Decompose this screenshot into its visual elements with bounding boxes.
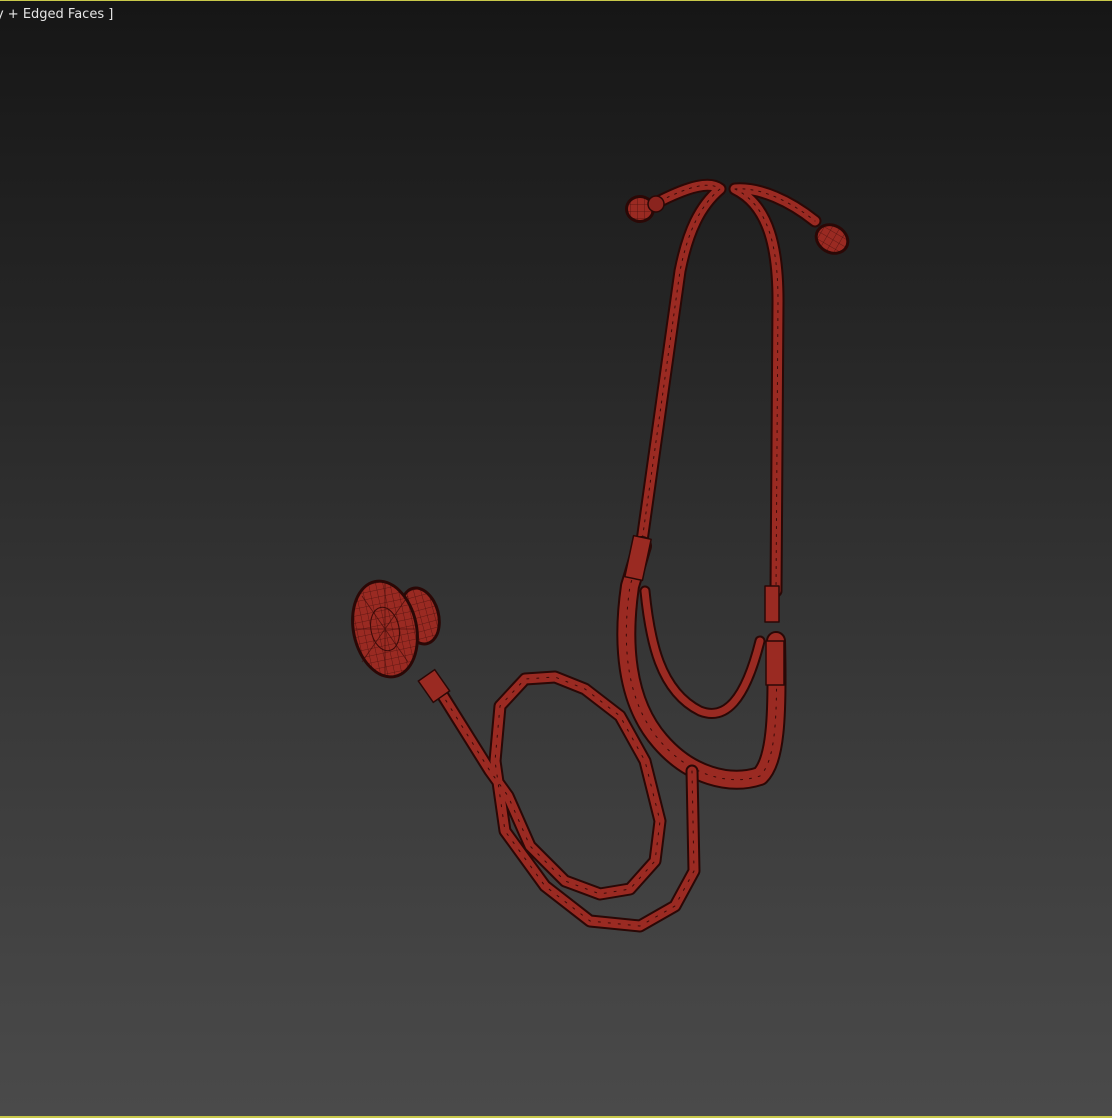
perspective-viewport[interactable]: ay + Edged Faces ] xyxy=(0,0,1112,1118)
stethoscope-model[interactable] xyxy=(0,1,1112,1118)
headset-tube xyxy=(635,178,822,598)
ear-tip-left xyxy=(625,195,665,223)
binaural-yoke xyxy=(616,534,787,790)
chest-piece xyxy=(351,579,451,704)
main-tube xyxy=(433,670,701,933)
